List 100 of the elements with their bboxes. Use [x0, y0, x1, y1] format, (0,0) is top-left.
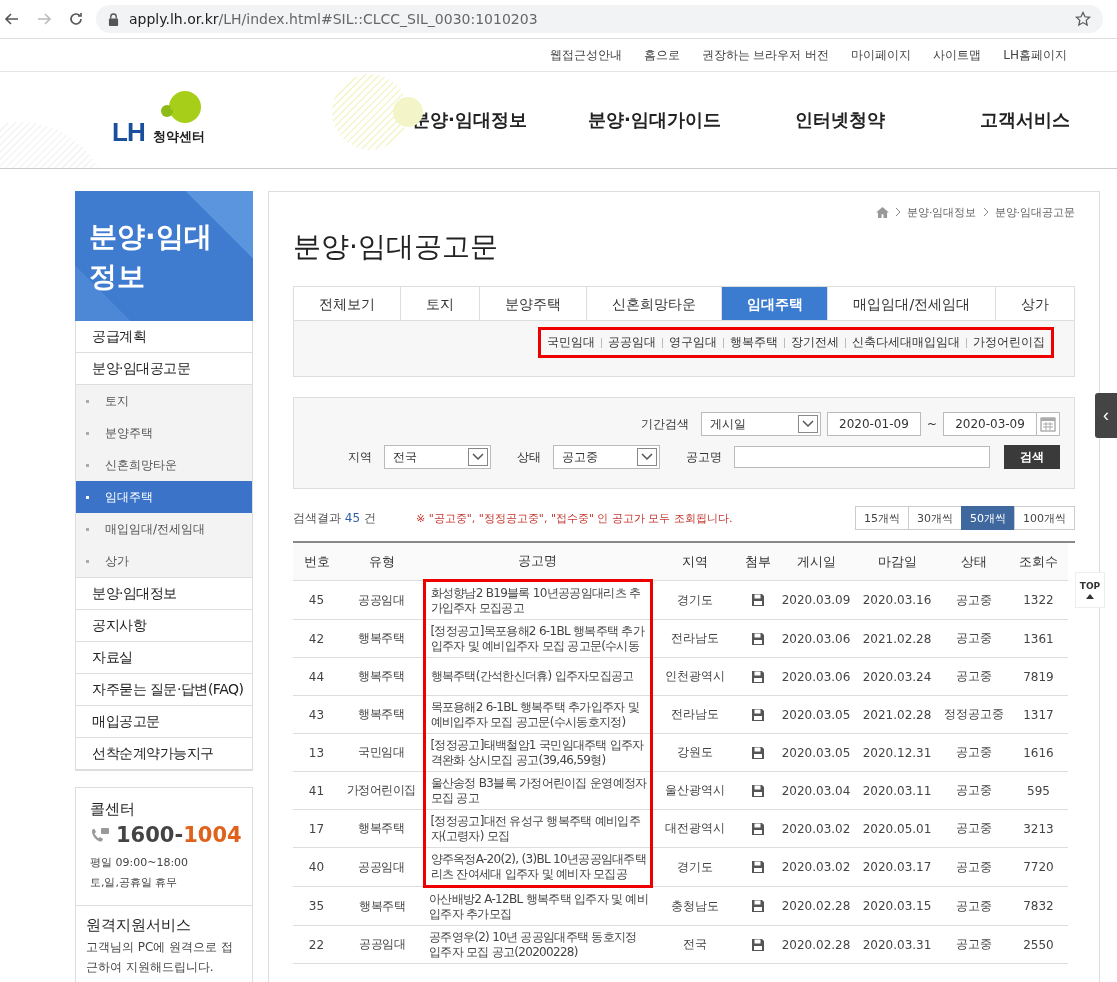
- table-cell: 2020.05.01: [855, 809, 939, 848]
- notice-text: ※ "공고중", "정정공고중", "접수중" 인 공고가 모두 조회됩니다.: [415, 510, 734, 526]
- column-header: 유형: [340, 543, 424, 581]
- breadcrumb-link[interactable]: 분양·임대정보: [907, 204, 977, 220]
- sidebar-menu-item[interactable]: 자주묻는 질문·답변(FAQ): [76, 674, 252, 706]
- table-cell: 행복주택: [340, 695, 424, 734]
- category-tab[interactable]: 전체보기: [294, 287, 400, 320]
- table-cell: 2020.03.16: [855, 580, 939, 620]
- page-size-button[interactable]: 100개씩: [1014, 506, 1075, 530]
- table-cell: 공고중: [939, 847, 1009, 887]
- table-cell: 2020.03.06: [777, 657, 855, 696]
- collapse-tab-button[interactable]: ‹: [1095, 393, 1117, 438]
- table-cell: 2020.03.11: [855, 771, 939, 810]
- logo-text[interactable]: LH: [112, 116, 145, 148]
- table-cell: 경기도: [651, 847, 738, 887]
- table-cell: 2020.03.24: [855, 657, 939, 696]
- search-input-field[interactable]: [734, 446, 990, 468]
- category-tab[interactable]: 상가: [995, 287, 1074, 320]
- table-cell: 공고중: [939, 580, 1009, 620]
- search-button[interactable]: 검색: [1004, 445, 1060, 469]
- date-field[interactable]: 2020-03-09: [943, 412, 1037, 436]
- table-cell: 강원도: [651, 733, 738, 772]
- sidebar-submenu-item[interactable]: 분양주택: [76, 417, 252, 449]
- table-cell: 공고중: [939, 657, 1009, 696]
- column-header: 상태: [939, 543, 1009, 581]
- sidebar-menu-item[interactable]: 공급계획: [76, 321, 252, 353]
- utility-link[interactable]: 웹접근성안내: [549, 46, 622, 64]
- breadcrumb-link[interactable]: 분양·임대공고문: [994, 204, 1075, 220]
- utility-link[interactable]: 사이트맵: [933, 46, 982, 64]
- column-header: 마감일: [855, 543, 939, 581]
- bullet-icon: [86, 431, 89, 435]
- nav-menu-item[interactable]: 인터넷청약: [747, 108, 932, 132]
- sidebar-menu-item[interactable]: 분양·임대정보: [76, 578, 252, 610]
- utility-link[interactable]: 마이페이지: [851, 46, 912, 64]
- category-tab[interactable]: 토지: [399, 287, 479, 320]
- dropdown[interactable]: 게시일: [700, 412, 821, 436]
- table-cell: 2021.02.28: [855, 619, 939, 658]
- table-cell: 공고중: [939, 771, 1009, 810]
- dropdown[interactable]: 전국: [384, 445, 491, 469]
- sidebar-submenu-item[interactable]: 상가: [76, 545, 252, 577]
- address-bar[interactable]: apply.lh.or.kr/LH/index.html#SIL::CLCC_SIL_0030:1010203: [96, 5, 1103, 33]
- date-field[interactable]: 2020-01-09: [826, 412, 921, 436]
- nav-menu-item[interactable]: 분양·임대정보: [377, 108, 562, 132]
- table-cell: 경기도: [651, 580, 738, 620]
- subcategory-link[interactable]: 행복주택: [730, 334, 778, 351]
- sidebar-menu-item[interactable]: 자료실: [76, 642, 252, 674]
- category-tab[interactable]: 분양주택: [478, 287, 586, 320]
- table-cell: 44: [293, 657, 340, 696]
- page-size-button[interactable]: 50개씩: [961, 506, 1015, 530]
- home-icon[interactable]: [876, 206, 889, 218]
- subcategory-link[interactable]: 공공임대: [608, 334, 656, 351]
- nav-menu-item[interactable]: 분양·임대가이드: [562, 108, 747, 132]
- category-tab[interactable]: 임대주택: [720, 287, 828, 320]
- dropdown[interactable]: 공고중: [553, 445, 660, 469]
- call-center-title: 콜센터: [90, 800, 136, 819]
- table-cell: 2020.03.17: [855, 847, 939, 887]
- notice-title-link[interactable]: 아산배방2 A-12BL 행복주택 입주자 및 예비입주자 추가모집: [429, 891, 648, 922]
- subcategory-link[interactable]: 신축다세대매입임대: [852, 334, 960, 351]
- subcategory-link[interactable]: 가정어린이집: [973, 334, 1045, 351]
- subcategory-link[interactable]: 영구임대: [669, 334, 717, 351]
- table-cell: 행복주택: [340, 619, 424, 658]
- bullet-icon: [86, 463, 89, 467]
- table-cell: 공공임대: [340, 925, 424, 964]
- sidebar-submenu-item[interactable]: 임대주택: [76, 481, 252, 513]
- sidebar-menu-item[interactable]: 공지사항: [76, 610, 252, 642]
- table-cell: 인천광역시: [651, 657, 738, 696]
- phone-number: 1600-1004: [116, 823, 242, 847]
- table-cell: 울산광역시: [651, 771, 738, 810]
- table-cell: 공고중: [939, 809, 1009, 848]
- sidebar-submenu-item[interactable]: 매입임대/전세임대: [76, 513, 252, 545]
- nav-menu-item[interactable]: 고객서비스: [932, 108, 1117, 132]
- scroll-top-button[interactable]: TOP: [1075, 572, 1105, 608]
- subcategory-link[interactable]: 국민임대: [547, 334, 595, 351]
- sidebar-menu-item[interactable]: 매입공고문: [76, 706, 252, 738]
- page-size-button[interactable]: 30개씩: [908, 506, 962, 530]
- table-cell: 2020.12.31: [855, 733, 939, 772]
- category-tab[interactable]: 신혼희망타운: [585, 287, 721, 320]
- table-cell: 2020.02.28: [777, 886, 855, 926]
- utility-link[interactable]: 권장하는 브라우저 버전: [701, 46, 830, 64]
- table-cell: 42: [293, 619, 340, 658]
- table-cell: 1361: [1009, 619, 1068, 658]
- table-cell: 공고중: [939, 733, 1009, 772]
- table-cell: 국민임대: [340, 733, 424, 772]
- column-header: 첨부: [738, 543, 777, 581]
- category-tab[interactable]: 매입임대/전세임대: [827, 287, 996, 320]
- sidebar-menu-item[interactable]: 선착순계약가능지구: [76, 738, 252, 770]
- remote-support-title[interactable]: 원격지원서비스: [86, 916, 242, 935]
- lock-icon: [108, 12, 119, 26]
- sidebar-submenu-item[interactable]: 토지: [76, 385, 252, 417]
- utility-link[interactable]: LH홈페이지: [1003, 46, 1067, 64]
- sidebar-submenu-item[interactable]: 신혼희망타운: [76, 449, 252, 481]
- utility-link[interactable]: 홈으로: [643, 46, 680, 64]
- table-cell: 2020.03.31: [855, 925, 939, 964]
- table-cell: 7819: [1009, 657, 1068, 696]
- subcategory-link[interactable]: 장기전세: [791, 334, 839, 351]
- page-size-button[interactable]: 15개씩: [855, 506, 909, 530]
- call-hours: 평일 09:00~18:00: [90, 855, 190, 871]
- notice-title-link[interactable]: 공주영우(2) 10년 공공임대주택 동호지정 입주자 모집 공고(20200228): [429, 929, 648, 960]
- column-header: 지역: [651, 543, 738, 581]
- bookmark-star-icon[interactable]: [1075, 11, 1091, 27]
